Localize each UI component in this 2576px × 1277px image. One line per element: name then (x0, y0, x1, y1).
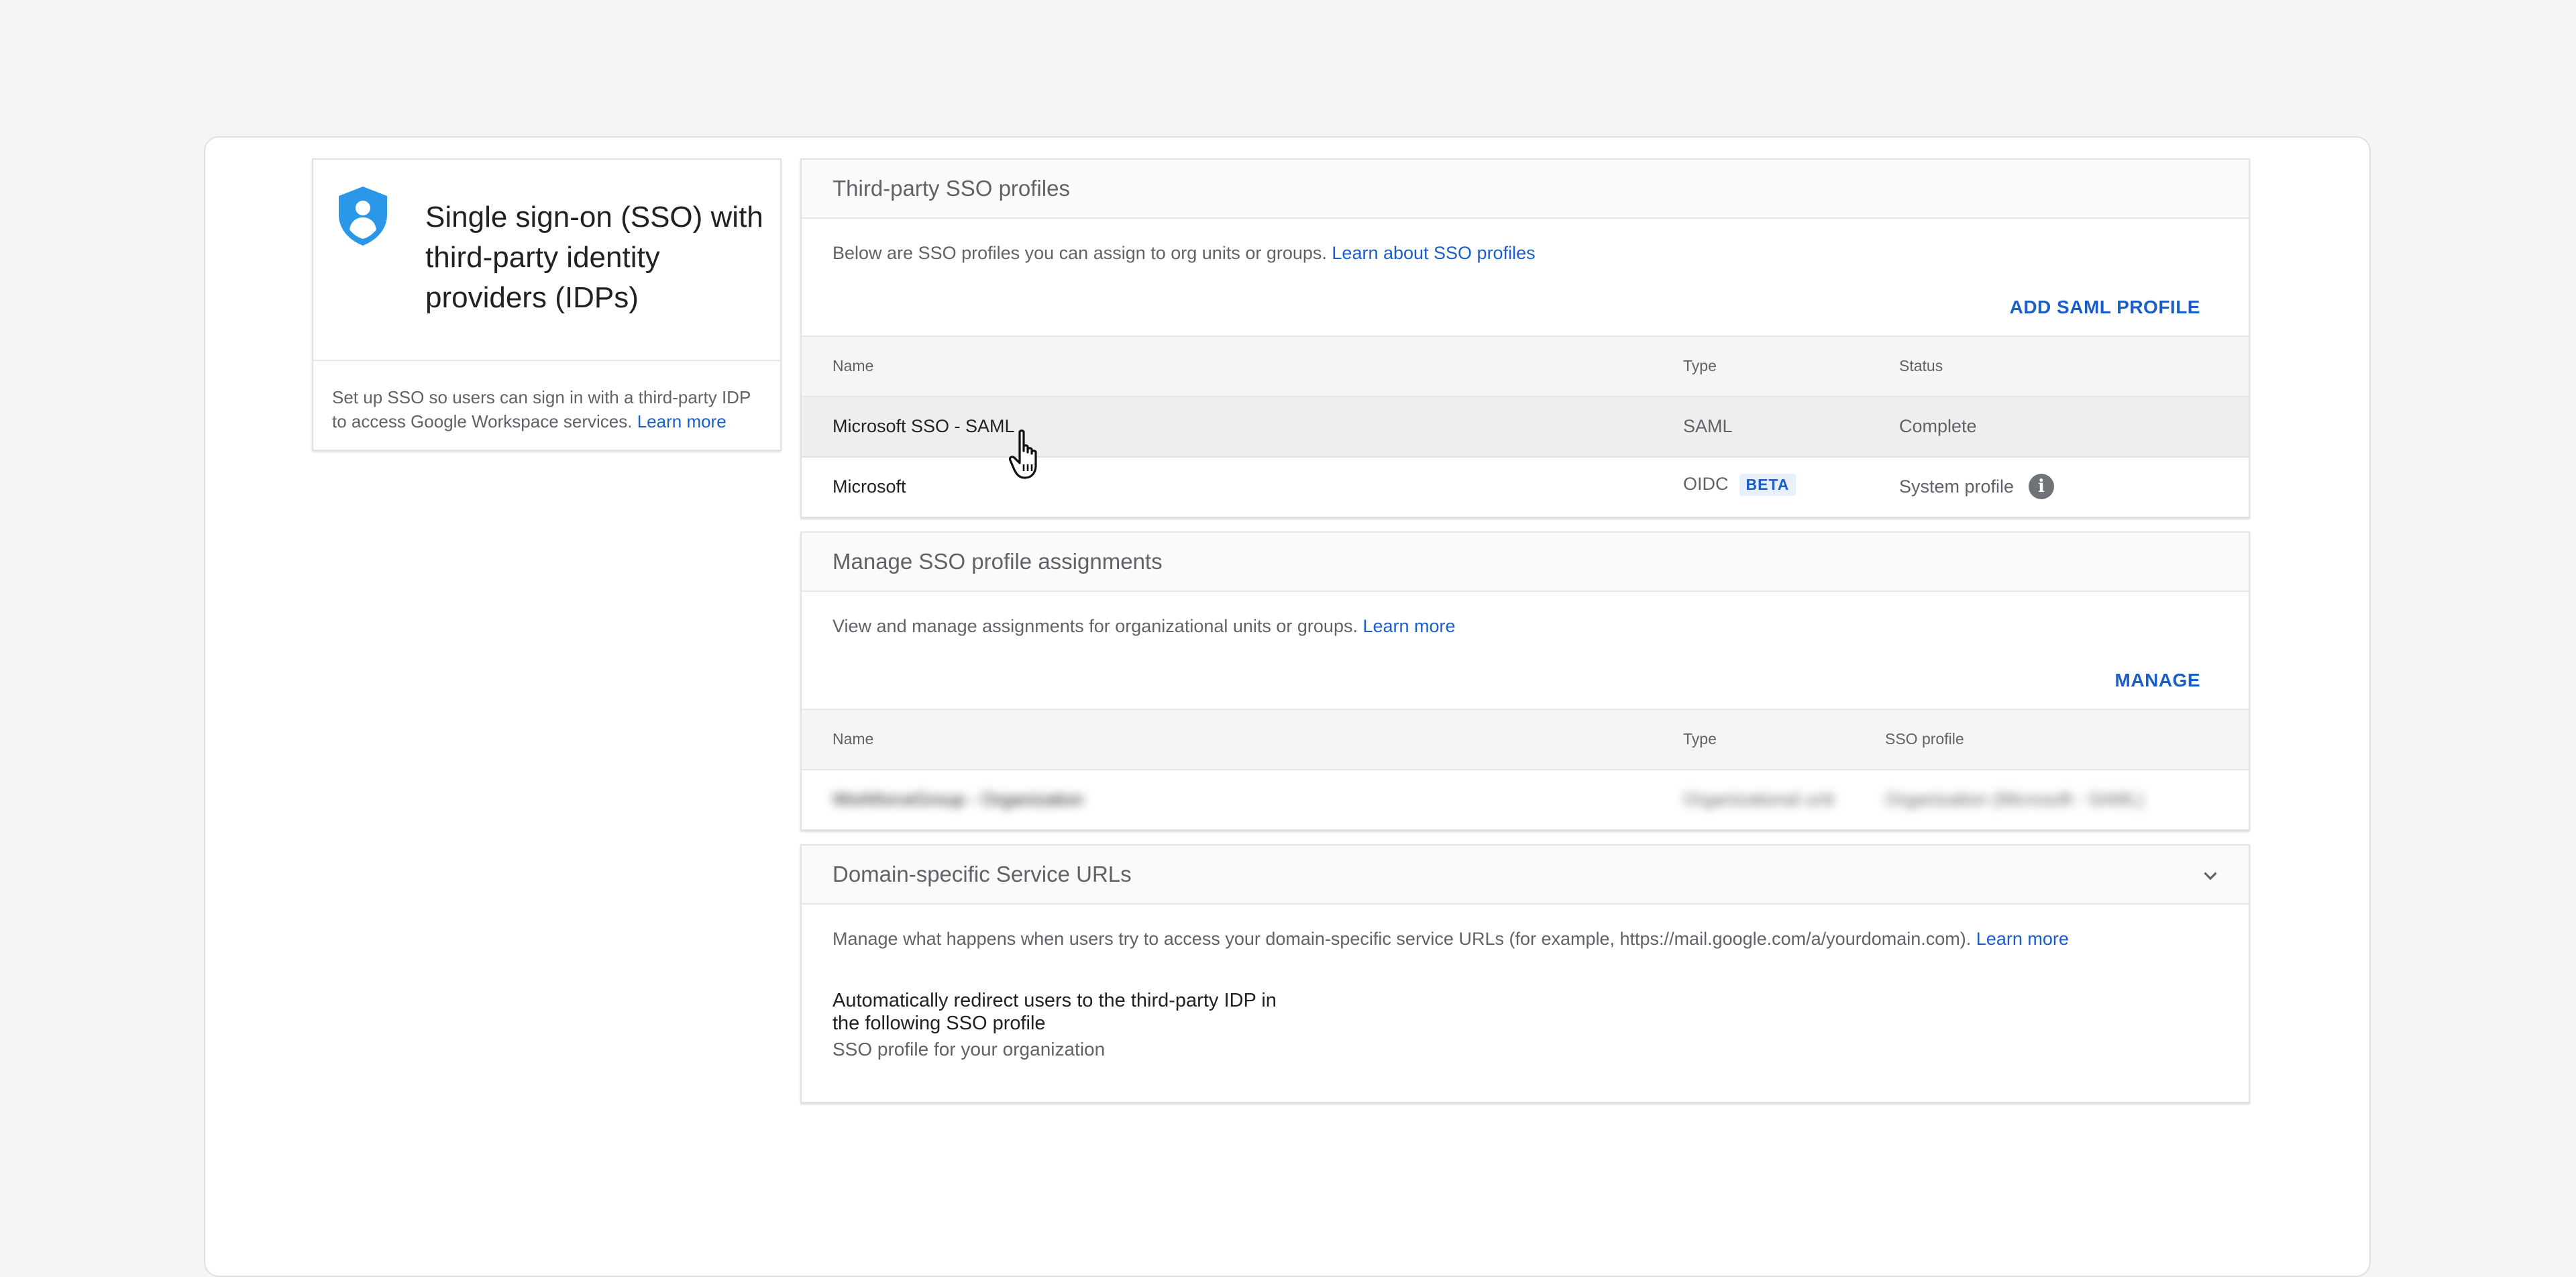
table-row[interactable]: WorkforceGroup - Organization Organizati… (802, 770, 2249, 831)
assignment-profile: Organization (Microsoft - SAML) (1885, 789, 2144, 809)
profile-type: SAML (1683, 416, 1733, 436)
sso-profiles-header: Third-party SSO profiles (802, 160, 2249, 219)
service-urls-title: Domain-specific Service URLs (833, 862, 1132, 886)
intro-header: Single sign-on (SSO) with third-party id… (313, 160, 780, 361)
sso-profiles-table-header: Name Type Status (802, 336, 2249, 397)
info-icon[interactable]: i (2029, 474, 2054, 499)
redirect-setting-subtitle: SSO profile for your organization (833, 1039, 1106, 1060)
column-header-status[interactable]: Status (1899, 357, 1943, 375)
sso-assignments-description: View and manage assignments for organiza… (833, 616, 1456, 637)
column-header-name[interactable]: Name (833, 357, 873, 375)
sso-assignments-header: Manage SSO profile assignments (802, 533, 2249, 592)
service-urls-description-text: Manage what happens when users try to ac… (833, 929, 1972, 949)
sso-profiles-description: Below are SSO profiles you can assign to… (833, 243, 1536, 264)
service-urls-learn-more-link[interactable]: Learn more (1976, 929, 2069, 949)
column-header-name[interactable]: Name (833, 730, 873, 748)
hand-pointer-cursor-icon (1008, 429, 1037, 479)
redirect-setting-title: Automatically redirect users to the thir… (833, 990, 1277, 1034)
intro-description: Set up SSO so users can sign in with a t… (332, 385, 768, 433)
profile-status: Complete (1899, 416, 1977, 436)
assignments-learn-more-link[interactable]: Learn more (1362, 616, 1455, 636)
profile-name[interactable]: Microsoft (833, 476, 906, 497)
service-urls-description: Manage what happens when users try to ac… (833, 929, 2069, 950)
sso-assignments-card: Manage SSO profile assignments View and … (800, 531, 2250, 831)
column-header-type[interactable]: Type (1683, 730, 1717, 748)
sso-intro-card: Single sign-on (SSO) with third-party id… (312, 158, 782, 451)
chevron-down-icon[interactable] (2199, 864, 2222, 887)
beta-badge: BETA (1739, 474, 1796, 496)
column-header-sso-profile[interactable]: SSO profile (1885, 730, 1964, 748)
assignment-name[interactable]: WorkforceGroup - Organization (833, 789, 1084, 810)
intro-title: Single sign-on (SSO) with third-party id… (425, 201, 763, 314)
service-urls-card: Domain-specific Service URLs Manage what… (800, 844, 2250, 1103)
shield-user-icon (339, 187, 387, 246)
sso-assignments-title: Manage SSO profile assignments (833, 549, 1163, 574)
profile-name[interactable]: Microsoft SSO - SAML (833, 416, 1015, 437)
intro-learn-more-link[interactable]: Learn more (637, 411, 727, 431)
assignment-type: Organizational unit (1683, 789, 1835, 809)
column-header-type[interactable]: Type (1683, 357, 1717, 375)
profile-type: OIDC (1683, 474, 1729, 494)
assignments-table-header: Name Type SSO profile (802, 709, 2249, 770)
learn-about-sso-profiles-link[interactable]: Learn about SSO profiles (1332, 243, 1535, 263)
sso-assignments-description-text: View and manage assignments for organiza… (833, 616, 1358, 636)
add-saml-profile-button[interactable]: ADD SAML PROFILE (2010, 297, 2200, 318)
manage-button[interactable]: MANAGE (2115, 670, 2200, 691)
profile-type-cell: OIDC BETA (1683, 474, 1796, 496)
profile-status: System profile (1899, 476, 2015, 497)
service-urls-header[interactable]: Domain-specific Service URLs (802, 846, 2249, 905)
sso-profiles-description-text: Below are SSO profiles you can assign to… (833, 243, 1327, 263)
sso-profiles-title: Third-party SSO profiles (833, 176, 1070, 201)
